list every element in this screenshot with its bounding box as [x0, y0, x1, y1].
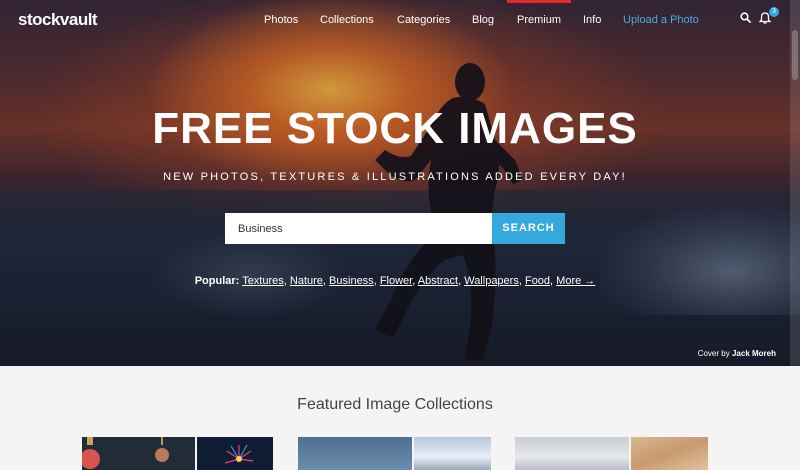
popular-link-nature[interactable]: Nature: [290, 275, 323, 287]
nav-item-info[interactable]: Info: [583, 14, 601, 26]
collection-3-side-thumb[interactable]: [631, 437, 708, 470]
notification-badge: 3: [769, 7, 779, 17]
popular-label: Popular:: [194, 275, 240, 287]
popular-link-wallpapers[interactable]: Wallpapers: [464, 275, 519, 287]
hero-shade: [0, 0, 800, 366]
premium-highlight-bar: [507, 0, 571, 3]
search-input[interactable]: [225, 213, 492, 244]
hero-title: FREE STOCK IMAGES: [152, 104, 638, 153]
hero-subtitle: NEW PHOTOS, TEXTURES & ILLUSTRATIONS ADD…: [163, 171, 627, 183]
cover-credit-by: by: [721, 349, 730, 358]
featured-collections-title: Featured Image Collections: [297, 396, 493, 413]
hero-banner: [0, 0, 800, 366]
collection-2-main-thumb[interactable]: [298, 437, 412, 470]
site-logo[interactable]: stockvault: [18, 10, 98, 30]
collection-1-main-thumb[interactable]: [82, 437, 195, 470]
cover-credit: Cover by Jack Moreh: [698, 349, 776, 358]
collection-2-side-thumb[interactable]: [414, 437, 491, 470]
top-navigation: stockvault Photos Collections Categories…: [0, 0, 800, 40]
cover-credit-prefix: Cover: [697, 349, 720, 358]
search-button[interactable]: SEARCH: [492, 213, 565, 244]
popular-link-abstract[interactable]: Abstract: [418, 275, 458, 287]
collection-3-main-thumb[interactable]: [515, 437, 629, 470]
popular-link-food[interactable]: Food: [525, 275, 550, 287]
cover-credit-author[interactable]: Jack Moreh: [732, 349, 776, 358]
nav-item-categories[interactable]: Categories: [397, 14, 450, 26]
nav-item-premium[interactable]: Premium: [517, 14, 561, 26]
collection-1-side-thumb[interactable]: [197, 437, 273, 470]
scrollbar-track[interactable]: [790, 0, 800, 366]
popular-link-flower[interactable]: Flower: [380, 275, 412, 287]
popular-link-more[interactable]: More →: [556, 275, 595, 287]
nav-item-photos[interactable]: Photos: [264, 14, 298, 26]
fireworks-image: [197, 437, 273, 470]
popular-link-textures[interactable]: Textures: [242, 275, 284, 287]
christmas-ornaments-image: [82, 437, 195, 470]
nav-item-upload[interactable]: Upload a Photo: [623, 14, 699, 26]
search-icon[interactable]: [740, 12, 751, 23]
popular-searches: Popular: Textures, Nature, Business, Flo…: [194, 275, 596, 287]
popular-link-business[interactable]: Business: [329, 275, 374, 287]
nav-item-blog[interactable]: Blog: [472, 14, 494, 26]
nav-item-collections[interactable]: Collections: [320, 14, 374, 26]
